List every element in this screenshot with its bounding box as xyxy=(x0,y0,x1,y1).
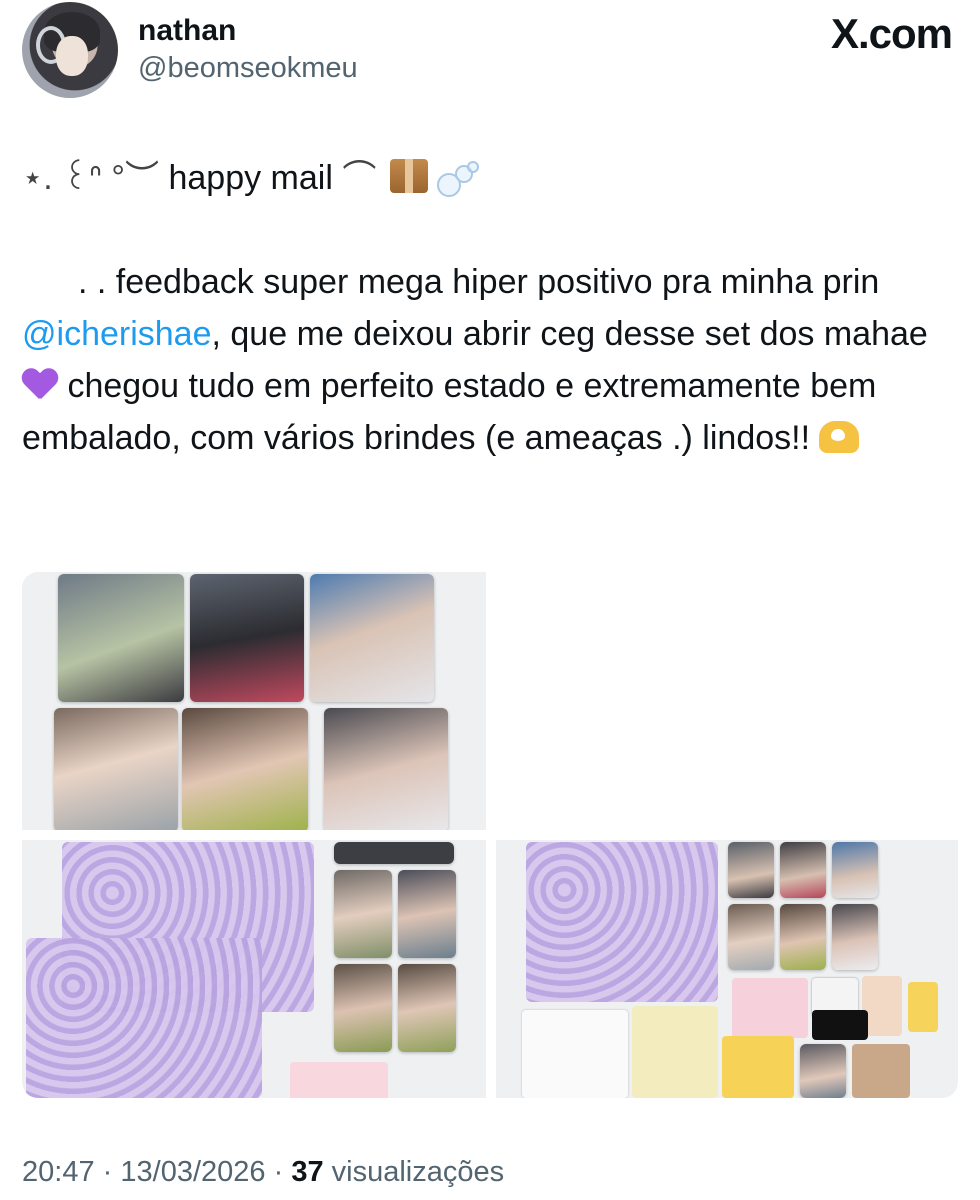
body-tail: chegou tudo em perfeito estado e extrema… xyxy=(22,367,877,457)
media-grid xyxy=(22,572,958,1100)
purple-heart-emoji-icon xyxy=(22,367,58,401)
author-handle[interactable]: @beomseokmeu xyxy=(138,52,358,85)
author-display-name[interactable]: nathan xyxy=(138,14,236,48)
views-label: visualizações xyxy=(331,1156,505,1188)
post-time[interactable]: 20:47 xyxy=(22,1156,95,1188)
body-mid: , que me deixou abrir ceg desse set dos … xyxy=(211,315,928,353)
post-body: . . feedback super mega hiper positivo p… xyxy=(22,256,952,464)
x-logo: X.com xyxy=(830,10,953,57)
separator: · xyxy=(102,1156,113,1188)
photo-packaging[interactable] xyxy=(22,840,486,1098)
body-lead: . . feedback super mega hiper positivo p… xyxy=(78,263,880,301)
views-count: 37 xyxy=(291,1156,324,1188)
title-text: happy mail xyxy=(168,159,333,197)
package-emoji-icon xyxy=(389,159,428,193)
mention-link[interactable]: @icherishae xyxy=(22,315,212,353)
title-decoration: ⋆. ꒰ᐢ °︶ xyxy=(22,159,160,197)
separator: · xyxy=(273,1156,284,1188)
heart-hands-emoji-icon xyxy=(819,421,860,453)
post-title-line: ⋆. ꒰ᐢ °︶ happy mail ⌒ xyxy=(22,150,481,199)
photo-full-haul[interactable] xyxy=(496,840,958,1098)
title-suffix: ⌒ xyxy=(342,159,377,197)
post-header: nathan @beomseokmeu X.com xyxy=(22,2,953,98)
avatar[interactable] xyxy=(22,2,118,98)
post-metadata: 20:47 · 13/03/2026 · 37 visualizações xyxy=(22,1156,504,1189)
photo-photocards[interactable] xyxy=(22,572,486,830)
bubbles-emoji-icon xyxy=(437,161,481,197)
post-date[interactable]: 13/03/2026 xyxy=(120,1156,265,1188)
